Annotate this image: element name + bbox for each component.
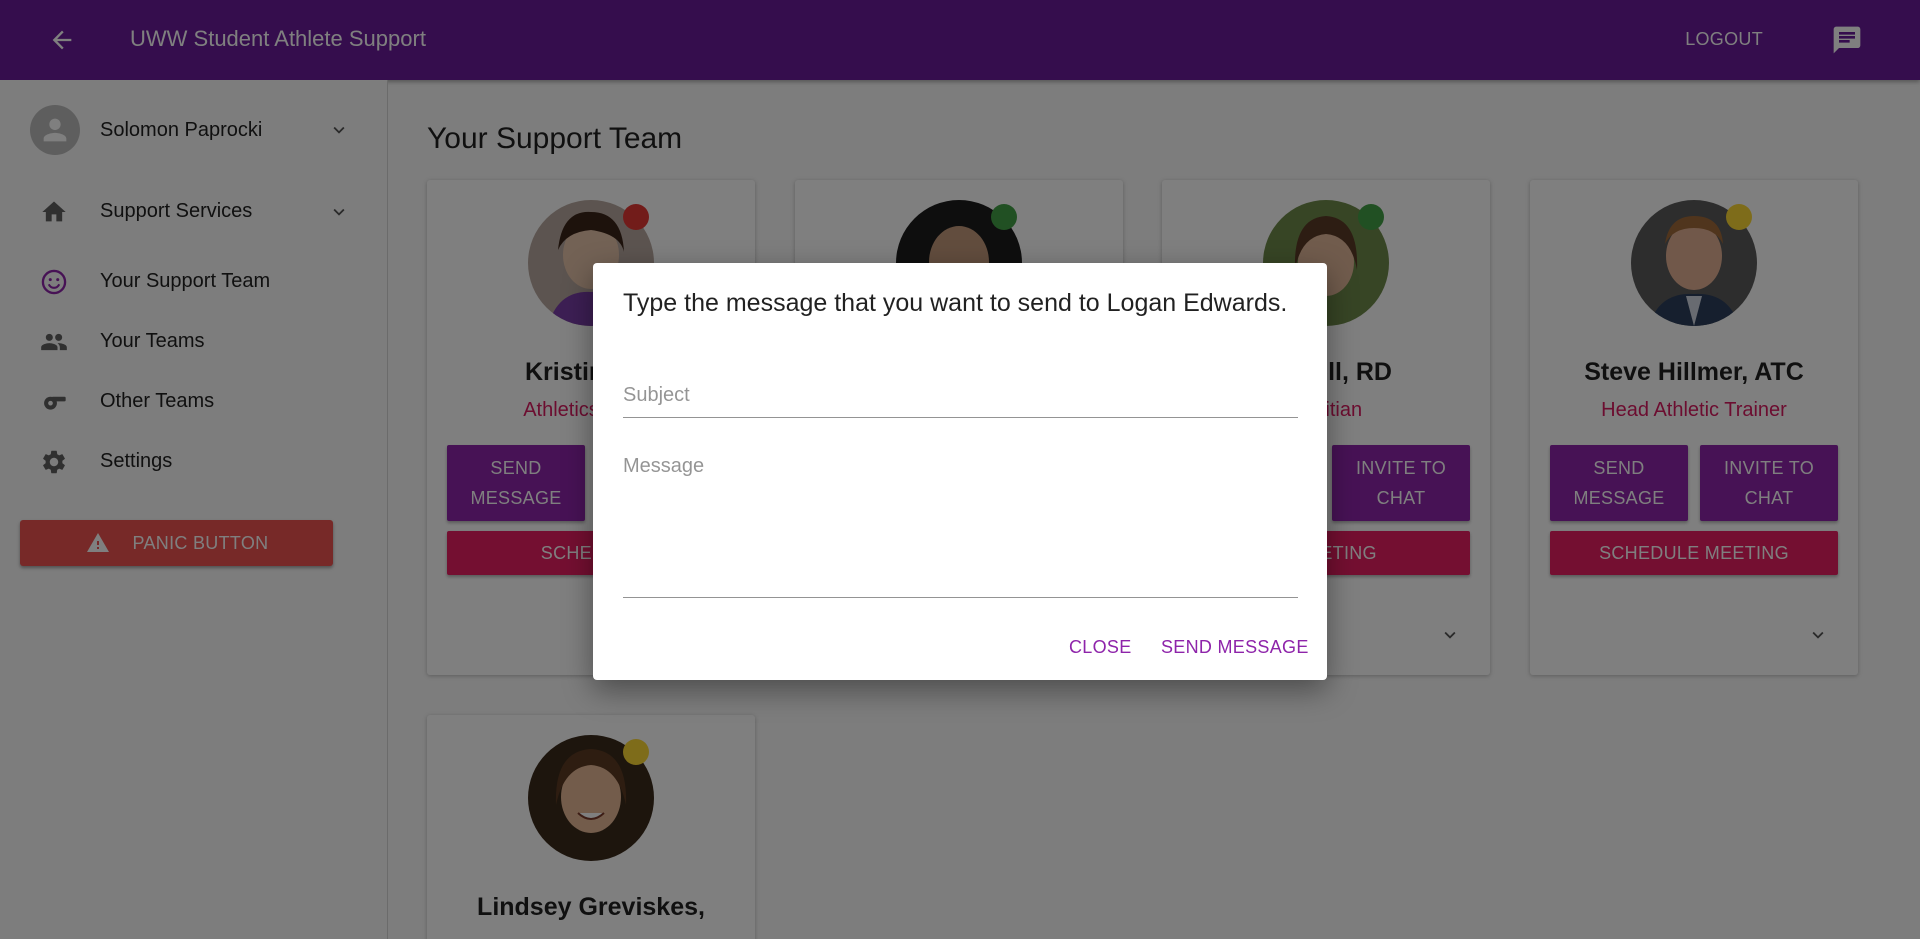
message-input[interactable] [623,455,1298,598]
send-message-button[interactable]: SEND MESSAGE [1161,637,1309,658]
dialog-title: Type the message that you want to send t… [623,289,1288,317]
subject-input[interactable] [623,381,1298,418]
send-message-dialog: Type the message that you want to send t… [593,263,1327,680]
close-button[interactable]: CLOSE [1069,637,1132,658]
